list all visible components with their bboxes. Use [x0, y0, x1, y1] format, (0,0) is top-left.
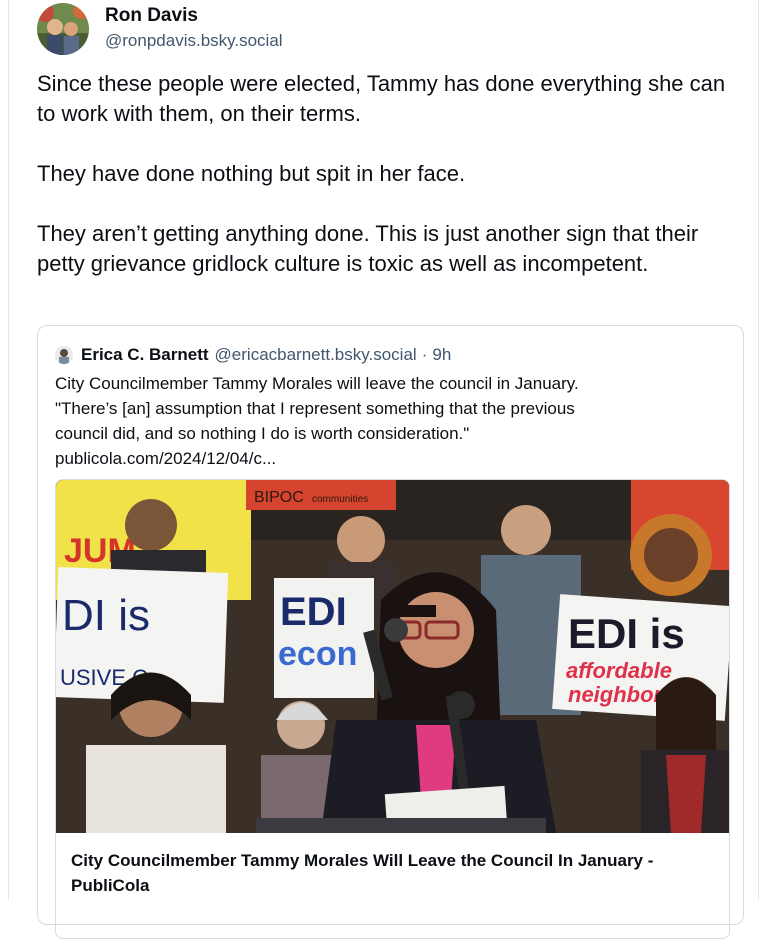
author-name[interactable]: Ron Davis	[105, 5, 198, 27]
sign-text: BIPOC	[254, 489, 304, 506]
quoted-post-time[interactable]: 9h	[432, 345, 451, 365]
link-preview-card[interactable]: JUM BIPOC communities DI is USIVE Co EDI…	[55, 479, 730, 939]
post-text: Since these people were elected, Tammy h…	[37, 69, 737, 309]
separator-dot: ·	[421, 345, 428, 364]
link-preview-image: JUM BIPOC communities DI is USIVE Co EDI…	[56, 480, 729, 833]
link-preview-title[interactable]: City Councilmember Tammy Morales Will Le…	[71, 848, 716, 898]
author-handle[interactable]: @ronpdavis.bsky.social	[105, 31, 283, 51]
sign-text: DI is	[62, 591, 150, 640]
author-avatar[interactable]	[37, 3, 89, 55]
quoted-post-text: City Councilmember Tammy Morales will le…	[55, 371, 715, 471]
avatar-photo-icon	[55, 346, 73, 364]
sign-text: affordable	[566, 658, 672, 683]
sign-text: communities	[312, 494, 368, 505]
quoted-text-line: "There’s [an] assumption that I represen…	[55, 399, 575, 418]
avatar-photo-icon	[37, 3, 89, 55]
quoted-author-name[interactable]: Erica C. Barnett	[81, 345, 209, 365]
post-paragraph: Since these people were elected, Tammy h…	[37, 71, 726, 126]
quoted-text-line: council did, and so nothing I do is wort…	[55, 424, 470, 443]
quoted-text-line: City Councilmember Tammy Morales will le…	[55, 374, 579, 393]
post-paragraph: They aren’t getting anything done. This …	[37, 221, 699, 276]
sign-text: EDI is	[568, 610, 685, 657]
quoted-post-header: Erica C. Barnett @ericacbarnett.bsky.soc…	[55, 344, 451, 366]
post-paragraph: They have done nothing but spit in her f…	[37, 161, 466, 186]
post: Ron Davis @ronpdavis.bsky.social Since t…	[8, 0, 759, 939]
quoted-author-avatar[interactable]	[55, 346, 73, 364]
quoted-post[interactable]: Erica C. Barnett @ericacbarnett.bsky.soc…	[37, 325, 744, 939]
sign-text: econ	[278, 635, 357, 673]
quoted-author-handle[interactable]: @ericacbarnett.bsky.social	[215, 345, 417, 365]
sign-text: EDI	[280, 590, 347, 634]
quoted-link-text[interactable]: publicola.com/2024/12/04/c...	[55, 446, 715, 471]
